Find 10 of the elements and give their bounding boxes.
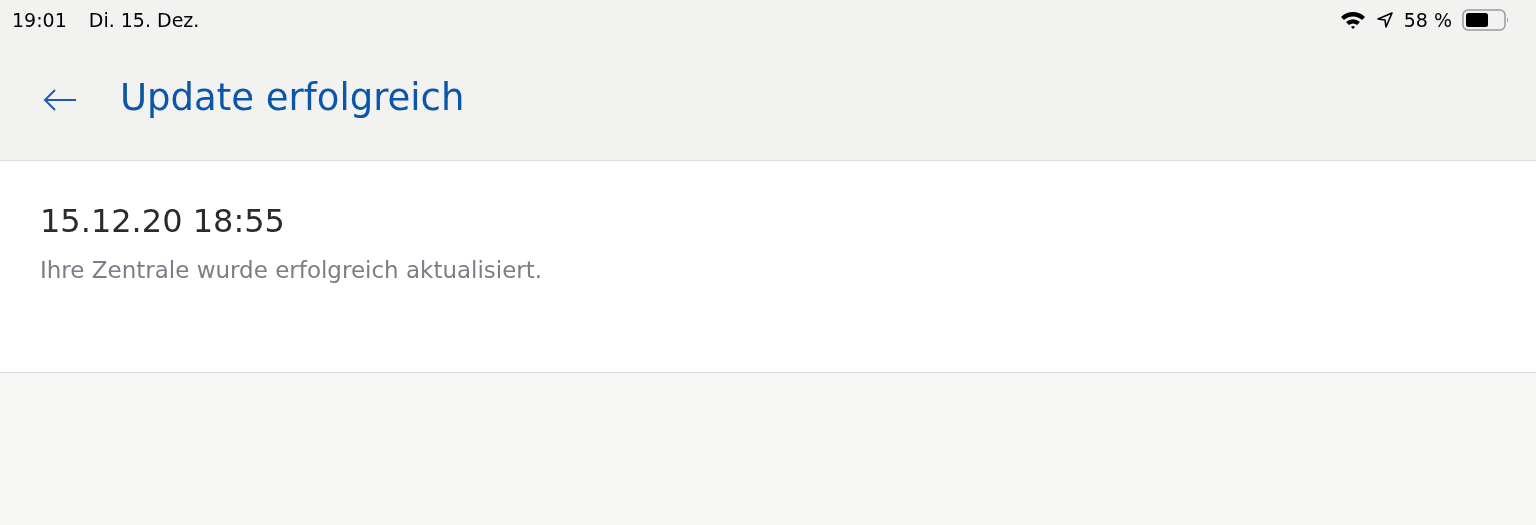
- message-text: Ihre Zentrale wurde erfolgreich aktualisiert.: [40, 256, 544, 285]
- location-arrow-icon: [1375, 11, 1394, 29]
- battery-icon: [1462, 8, 1510, 32]
- back-arrow-icon: [43, 89, 77, 111]
- message-timestamp: 15.12.20 18:55: [40, 201, 286, 242]
- status-date: Di. 15. Dez.: [88, 7, 200, 33]
- wifi-icon: [1339, 10, 1366, 30]
- battery-percentage: 58 %: [1403, 7, 1452, 33]
- page-title: Update erfolgreich: [120, 75, 465, 122]
- status-time: 19:01: [12, 7, 67, 33]
